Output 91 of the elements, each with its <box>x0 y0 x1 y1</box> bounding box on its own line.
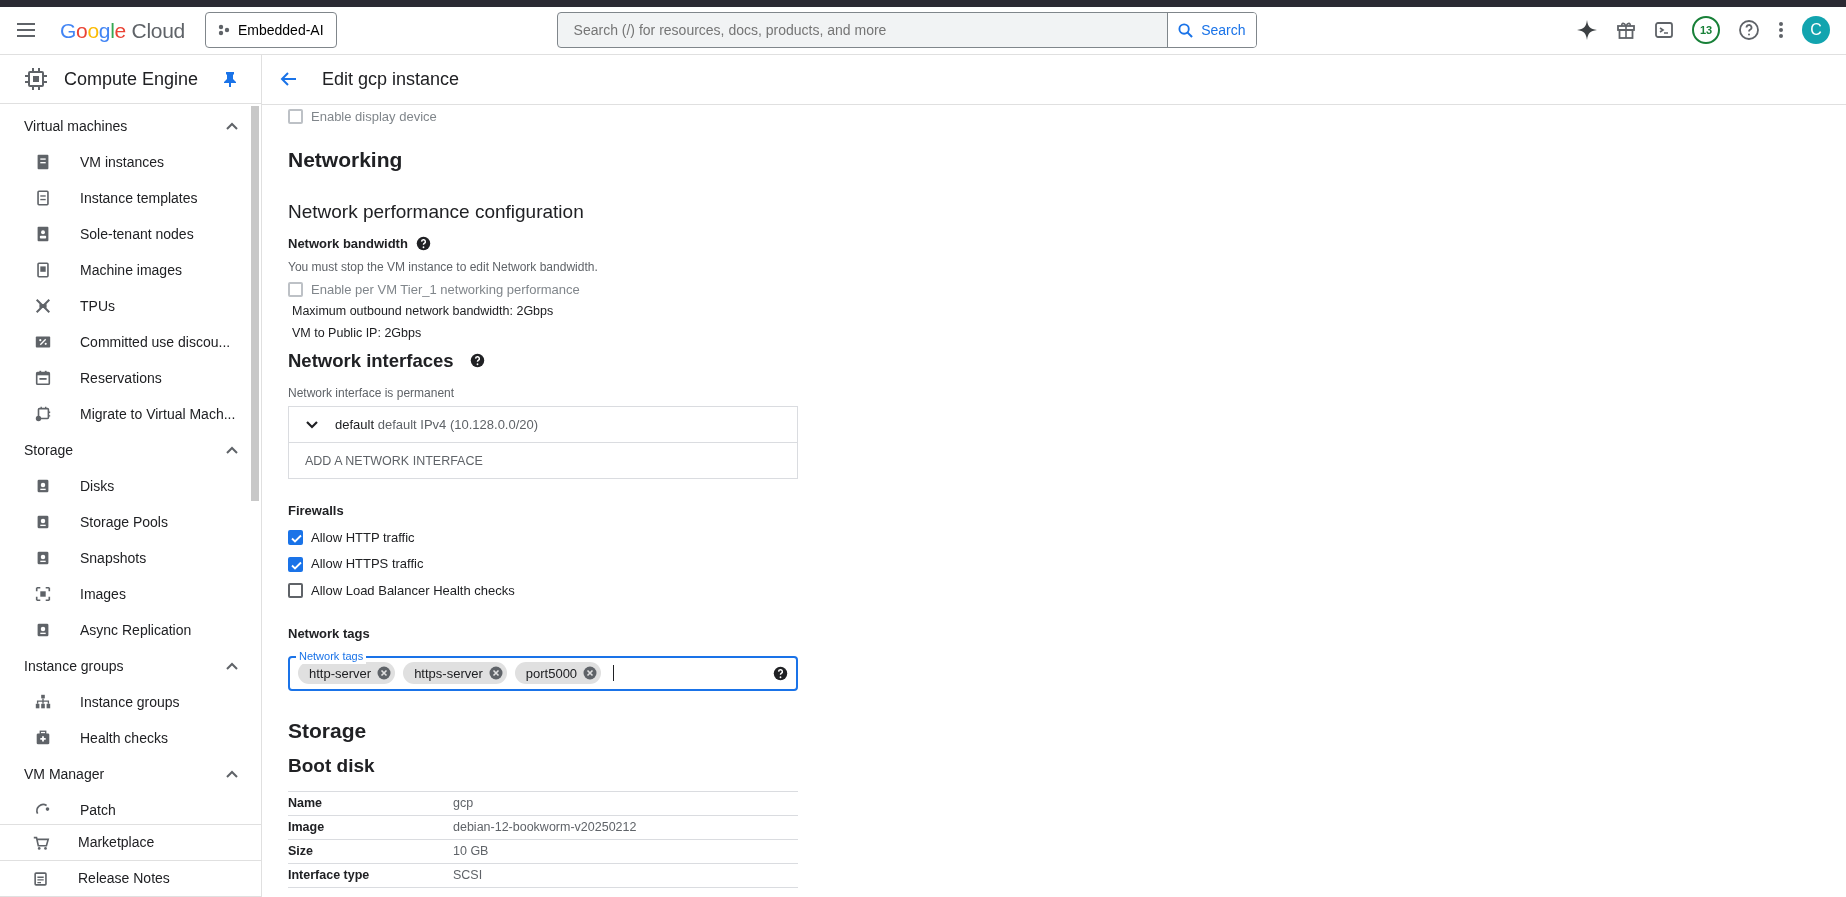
property-value: 10 GB <box>453 843 489 861</box>
sidebar-item[interactable]: Migrate to Virtual Mach... <box>80 403 236 425</box>
page-title: Edit gcp instance <box>322 67 460 91</box>
sidebar-item[interactable]: Machine images <box>80 259 182 281</box>
sidebar-item[interactable]: Snapshots <box>80 547 147 569</box>
checkbox-label: Enable display device <box>311 107 437 126</box>
project-icon <box>217 24 230 37</box>
brand-logo[interactable]: Google Cloud <box>60 14 185 47</box>
notification-count[interactable]: 13 <box>1692 16 1720 45</box>
sidebar-item[interactable]: Instance groups <box>80 691 180 713</box>
help-icon[interactable] <box>1738 19 1760 42</box>
document-icon <box>34 189 52 208</box>
search-icon <box>1178 22 1194 38</box>
chevron-up-icon[interactable] <box>225 661 239 672</box>
hint-text: Network interface is permanent <box>288 385 456 403</box>
help-icon[interactable] <box>415 236 431 252</box>
tag-chip[interactable]: port5000 <box>514 662 602 685</box>
checkbox-label: Allow HTTP traffic <box>311 529 415 547</box>
sidebar-item[interactable]: Instance templates <box>80 187 198 209</box>
chip-icon <box>34 405 52 424</box>
property-value: debian-12-bookworm-v20250212 <box>453 819 637 837</box>
field-label: Network tags <box>288 625 371 644</box>
sidebar-item[interactable]: Health checks <box>80 727 168 749</box>
hint-text: You must stop the VM instance to edit Network bandwidth. <box>288 258 599 276</box>
gift-icon[interactable] <box>1616 20 1636 41</box>
sidebar-item[interactable]: Async Replication <box>80 619 192 641</box>
terminal-icon[interactable] <box>1654 20 1674 41</box>
sidebar-item[interactable]: TPUs <box>80 295 115 317</box>
remove-icon[interactable] <box>583 666 598 681</box>
project-picker[interactable]: Embedded-AI <box>204 12 337 49</box>
section-heading: Storage <box>288 718 368 744</box>
sidebar-item[interactable]: Storage Pools <box>80 511 168 533</box>
remove-icon[interactable] <box>488 666 503 681</box>
frame-icon <box>34 585 52 604</box>
chevron-up-icon[interactable] <box>225 769 239 780</box>
section-heading: Networking <box>288 147 404 174</box>
chevron-up-icon[interactable] <box>225 121 239 132</box>
chevron-down-icon[interactable] <box>305 420 319 430</box>
bandwidth-info: VM to Public IP: 2Gbps <box>292 325 423 342</box>
sidebar-item[interactable]: Release Notes <box>78 868 170 889</box>
property-label: Interface type <box>288 867 371 885</box>
checkbox[interactable] <box>288 530 303 546</box>
bandwidth-info: Maximum outbound network bandwidth: 2Gbps <box>292 303 555 321</box>
pin-icon[interactable] <box>223 71 237 88</box>
search-button[interactable]: Search <box>1167 13 1256 48</box>
remove-icon[interactable] <box>377 666 392 681</box>
tag-chip[interactable]: https-server <box>403 662 507 685</box>
notes-icon <box>32 869 50 888</box>
add-interface-link[interactable]: ADD A NETWORK INTERFACE <box>305 451 483 471</box>
section-header[interactable]: Instance groups <box>24 655 124 677</box>
section-header[interactable]: VM Manager <box>24 763 105 785</box>
menu-icon[interactable] <box>16 22 36 39</box>
checkbox-label: Allow Load Balancer Health checks <box>311 582 515 600</box>
calendar-icon <box>34 369 52 388</box>
checkbox-label: Allow HTTPS traffic <box>311 555 424 574</box>
chevron-up-icon[interactable] <box>225 445 239 456</box>
network-interface[interactable]: default default IPv4 (10.128.0.0/20) <box>335 415 539 435</box>
checkbox[interactable] <box>288 583 303 599</box>
sidebar-item[interactable]: Marketplace <box>78 832 155 853</box>
product-title: Compute Engine <box>64 67 200 91</box>
property-value: SCSI <box>453 867 483 885</box>
image-icon <box>34 261 52 280</box>
text-cursor <box>613 665 615 682</box>
section-header[interactable]: Virtual machines <box>24 115 128 137</box>
checkbox-label: Enable per VM Tier_1 networking performance <box>311 280 580 299</box>
field-label: Network bandwidth <box>288 235 408 254</box>
help-icon[interactable] <box>469 353 485 369</box>
subsection-heading: Network performance configuration <box>288 199 585 224</box>
property-label: Name <box>288 795 324 813</box>
subsection-heading: Boot disk <box>288 754 376 779</box>
chip-icon <box>24 67 48 92</box>
property-label: Image <box>288 819 326 837</box>
sidebar-item[interactable]: Sole-tenant nodes <box>80 223 194 245</box>
property-label: Size <box>288 843 314 861</box>
crossed-chip-icon <box>34 297 52 316</box>
tag-chip[interactable]: http-server <box>298 662 396 685</box>
sidebar-item[interactable]: Images <box>80 583 126 605</box>
field-label: Firewalls <box>288 502 345 521</box>
checkbox[interactable] <box>288 556 303 572</box>
search-field[interactable]: Search (/) for resources, docs, products, and more Search <box>556 12 1257 49</box>
sidebar-item[interactable]: VM instances <box>80 151 165 173</box>
property-value: gcp <box>453 795 474 813</box>
sidebar-item[interactable]: Disks <box>80 475 115 497</box>
section-header[interactable]: Storage <box>24 439 74 461</box>
sidebar-item[interactable]: Reservations <box>80 367 162 389</box>
help-icon[interactable] <box>773 666 788 681</box>
sidebar-item[interactable]: Patch <box>80 799 116 821</box>
more-options-icon[interactable] <box>1778 21 1784 40</box>
sidebar-item[interactable]: Committed use discou... <box>80 331 231 353</box>
scrollbar[interactable] <box>251 106 259 502</box>
section-heading: Network interfaces <box>288 348 454 373</box>
